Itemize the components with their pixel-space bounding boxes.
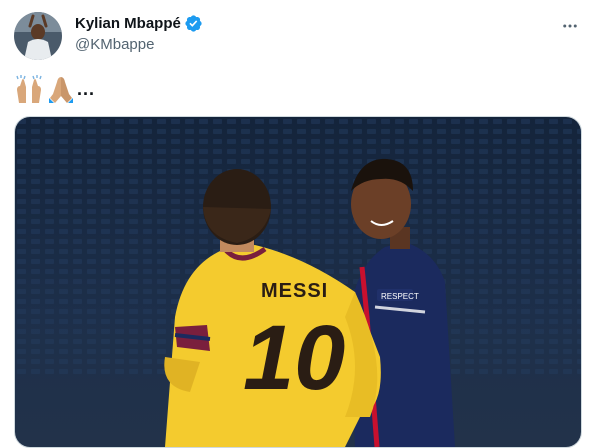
author-name-row: Kylian Mbappé (75, 14, 203, 33)
verified-badge-icon (185, 15, 202, 32)
author-avatar[interactable] (14, 12, 62, 60)
sleeve-badge: RESPECT (381, 292, 419, 301)
jersey-number: 10 (243, 307, 345, 409)
avatar-photo (14, 12, 62, 60)
more-options-button[interactable] (556, 12, 584, 40)
photo-illustration: RESPECT MESSI 10 (15, 117, 581, 447)
folded-hands-emoji-icon (49, 77, 73, 103)
raising-hands-emoji-icon (16, 75, 42, 103)
author-handle[interactable]: @KMbappe (75, 36, 154, 53)
tweet-ellipsis: ... (77, 78, 96, 99)
tweet-text: ... (14, 74, 95, 104)
tweet-media-photo[interactable]: RESPECT MESSI 10 (14, 116, 582, 448)
more-horizontal-icon (563, 24, 577, 28)
jersey-name: MESSI (261, 280, 328, 302)
author-display-name[interactable]: Kylian Mbappé (75, 15, 181, 32)
